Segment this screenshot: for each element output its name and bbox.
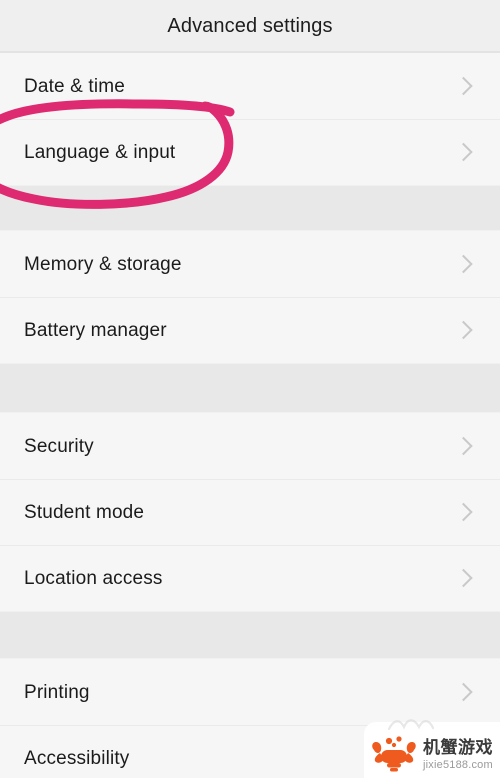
settings-group-3: Security Student mode Location access [0,413,500,611]
settings-group-2: Memory & storage Battery manager [0,231,500,363]
group-separator [0,611,500,659]
chevron-right-icon [460,747,474,769]
list-item-memory-storage[interactable]: Memory & storage [0,231,500,297]
list-item-battery-manager[interactable]: Battery manager [0,297,500,363]
chevron-right-icon [460,75,474,97]
list-item-label: Location access [24,567,163,589]
group-separator [0,185,500,231]
list-item-label: Battery manager [24,319,167,341]
list-item-label: Language & input [24,141,176,163]
chevron-right-icon [460,567,474,589]
list-item-accessibility[interactable]: Accessibility [0,725,500,778]
list-item-label: Accessibility [24,747,130,769]
group-separator [0,363,500,413]
chevron-right-icon [460,253,474,275]
settings-screen: Advanced settings Date & time Language &… [0,0,500,778]
list-item-label: Printing [24,681,90,703]
chevron-right-icon [460,319,474,341]
chevron-right-icon [460,435,474,457]
list-item-date-time[interactable]: Date & time [0,53,500,119]
app-header: Advanced settings [0,0,500,51]
list-item-label: Student mode [24,501,145,523]
list-item-location-access[interactable]: Location access [0,545,500,611]
list-item-printing[interactable]: Printing [0,659,500,725]
settings-group-4: Printing Accessibility [0,659,500,778]
list-item-security[interactable]: Security [0,413,500,479]
list-item-label: Date & time [24,75,125,97]
chevron-right-icon [460,501,474,523]
settings-list: Date & time Language & input Memory & st… [0,53,500,778]
list-item-student-mode[interactable]: Student mode [0,479,500,545]
chevron-right-icon [460,141,474,163]
chevron-right-icon [460,681,474,703]
page-title: Advanced settings [167,14,333,37]
list-item-label: Memory & storage [24,253,182,275]
list-item-label: Security [24,435,94,457]
settings-group-1: Date & time Language & input [0,53,500,185]
list-item-language-input[interactable]: Language & input [0,119,500,185]
